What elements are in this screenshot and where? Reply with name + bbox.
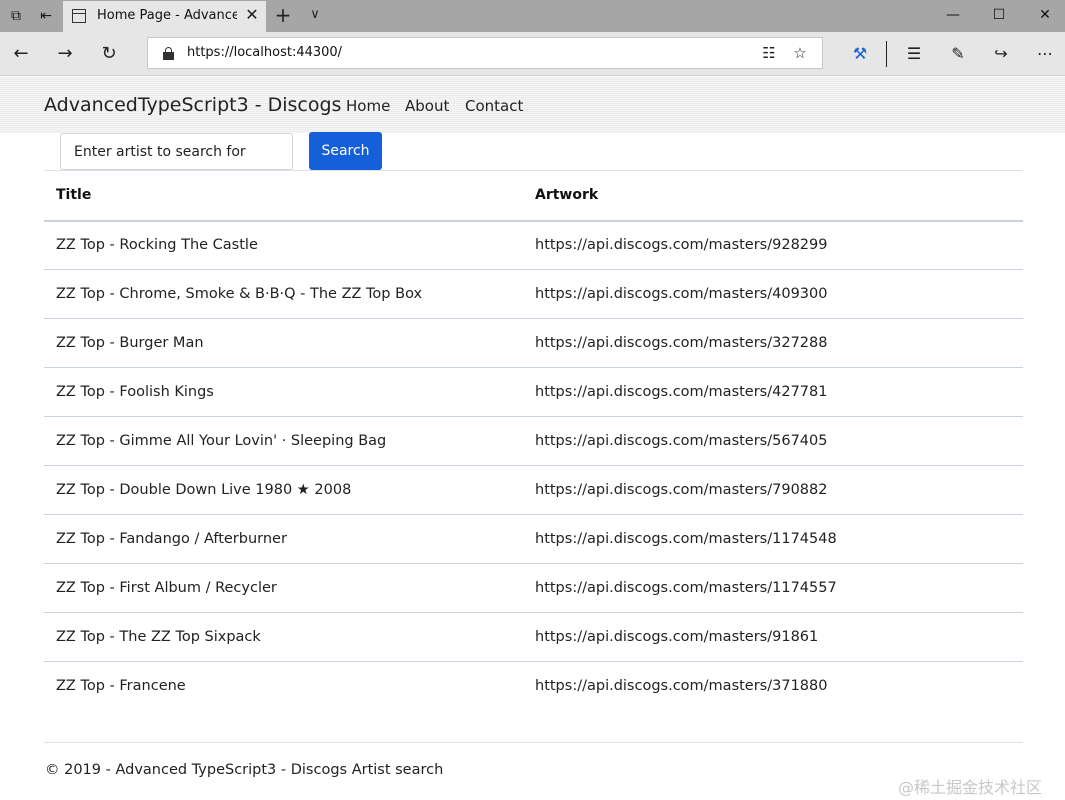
set-tabs-aside-icon[interactable]: ⇤: [37, 7, 55, 25]
browser-tab-bar: ⧉ ⇤ Home Page - Advanced ✕ + ∨ — ☐ ✕: [0, 0, 1065, 32]
url-text[interactable]: https://localhost:44300/: [187, 45, 342, 60]
row-artwork: https://api.discogs.com/masters/371880: [535, 678, 828, 695]
row-artwork: https://api.discogs.com/masters/409300: [523, 269, 1023, 319]
favorites-hub-icon[interactable]: ☰: [901, 41, 927, 67]
table-row: ZZ Top - Gimme All Your Lovin' · Sleepin…: [44, 416, 1023, 466]
new-tab-icon[interactable]: +: [272, 4, 294, 26]
forward-icon[interactable]: →: [52, 41, 78, 67]
browser-toolbar: ← → ↻ https://localhost:44300/ ☷ ☆ ⚒ ☰ ✎…: [0, 32, 1065, 76]
row-artwork: https://api.discogs.com/masters/790882: [523, 465, 1023, 515]
more-icon[interactable]: ⋯: [1032, 41, 1058, 67]
row-title: ZZ Top - Rocking The Castle: [44, 220, 523, 270]
table-row: ZZ Top - Foolish Kings https://api.disco…: [44, 367, 1023, 417]
row-title: ZZ Top - Chrome, Smoke & B·B·Q - The ZZ …: [44, 269, 523, 319]
row-title: ZZ Top - Foolish Kings: [44, 367, 523, 417]
table-row: ZZ Top - Rocking The Castle https://api.…: [44, 220, 1023, 270]
row-artwork: https://api.discogs.com/masters/567405: [523, 416, 1023, 466]
address-bar[interactable]: https://localhost:44300/ ☷ ☆: [147, 37, 823, 69]
favorite-star-icon[interactable]: ☆: [790, 43, 810, 63]
row-title: ZZ Top - Fandango / Afterburner: [44, 514, 523, 564]
table-row: ZZ Top - Francene https://api.discogs.co…: [44, 662, 1023, 711]
table-row: ZZ Top - Fandango / Afterburner https://…: [44, 514, 1023, 564]
footer-text: © 2019 - Advanced TypeScript3 - Discogs …: [45, 762, 444, 778]
table-row: ZZ Top - Chrome, Smoke & B·B·Q - The ZZ …: [44, 269, 1023, 319]
nav-link-home[interactable]: Home: [346, 97, 390, 115]
page-icon: [72, 9, 86, 23]
toolbar-divider: [886, 41, 887, 67]
back-icon[interactable]: ←: [8, 41, 34, 67]
row-artwork: https://api.discogs.com/masters/1174557: [523, 563, 1023, 613]
row-artwork: https://api.discogs.com/masters/1174548: [523, 514, 1023, 564]
share-icon[interactable]: ↪: [988, 41, 1014, 67]
footer-divider: [44, 742, 1023, 743]
row-title: ZZ Top - The ZZ Top Sixpack: [44, 612, 523, 662]
maximize-icon[interactable]: ☐: [988, 4, 1010, 26]
row-title: ZZ Top - First Album / Recycler: [44, 563, 523, 613]
table-row: ZZ Top - The ZZ Top Sixpack https://api.…: [44, 612, 1023, 662]
close-tab-icon[interactable]: ✕: [243, 6, 261, 24]
table-row: ZZ Top - Double Down Live 1980 ★ 2008 ht…: [44, 465, 1023, 515]
row-artwork: https://api.discogs.com/masters/427781: [523, 367, 1023, 417]
row-artwork: https://api.discogs.com/masters/91861: [523, 612, 1023, 662]
column-header-title: Title: [44, 170, 523, 222]
row-title: ZZ Top - Burger Man: [44, 318, 523, 368]
reading-view-icon[interactable]: ☷: [759, 43, 779, 63]
nav-link-contact[interactable]: Contact: [465, 97, 523, 115]
tab-actions-icon[interactable]: ⧉: [7, 7, 25, 25]
chevron-down-icon[interactable]: ∨: [304, 4, 326, 26]
row-artwork: https://api.discogs.com/masters/327288: [523, 318, 1023, 368]
refresh-icon[interactable]: ↻: [96, 41, 122, 67]
row-title: ZZ Top - Double Down Live 1980 ★ 2008: [44, 465, 523, 515]
extension-icon[interactable]: ⚒: [847, 41, 873, 67]
row-artwork: https://api.discogs.com/masters/928299: [523, 220, 1023, 270]
artist-search-input[interactable]: [60, 133, 293, 170]
close-window-icon[interactable]: ✕: [1034, 4, 1056, 26]
row-title: ZZ Top - Francene: [56, 678, 186, 695]
tab-title: Home Page - Advanced: [97, 8, 237, 23]
site-brand[interactable]: AdvancedTypeScript3 - Discogs: [44, 94, 341, 116]
active-tab[interactable]: Home Page - Advanced ✕: [63, 1, 266, 32]
results-table: Title Artwork ZZ Top - Rocking The Castl…: [44, 170, 1023, 711]
table-row: ZZ Top - First Album / Recycler https://…: [44, 563, 1023, 613]
table-row: ZZ Top - Burger Man https://api.discogs.…: [44, 318, 1023, 368]
search-button[interactable]: Search: [309, 132, 382, 170]
column-header-artwork: Artwork: [523, 170, 1023, 222]
nav-link-about[interactable]: About: [405, 97, 449, 115]
minimize-icon[interactable]: —: [942, 4, 964, 26]
lock-icon: [163, 47, 174, 60]
pen-icon[interactable]: ✎: [945, 41, 971, 67]
row-title: ZZ Top - Gimme All Your Lovin' · Sleepin…: [44, 416, 523, 466]
watermark: @稀土掘金技术社区: [898, 778, 1043, 797]
table-header-row: Title Artwork: [44, 170, 1023, 222]
site-header: AdvancedTypeScript3 - Discogs Home About…: [0, 77, 1065, 133]
